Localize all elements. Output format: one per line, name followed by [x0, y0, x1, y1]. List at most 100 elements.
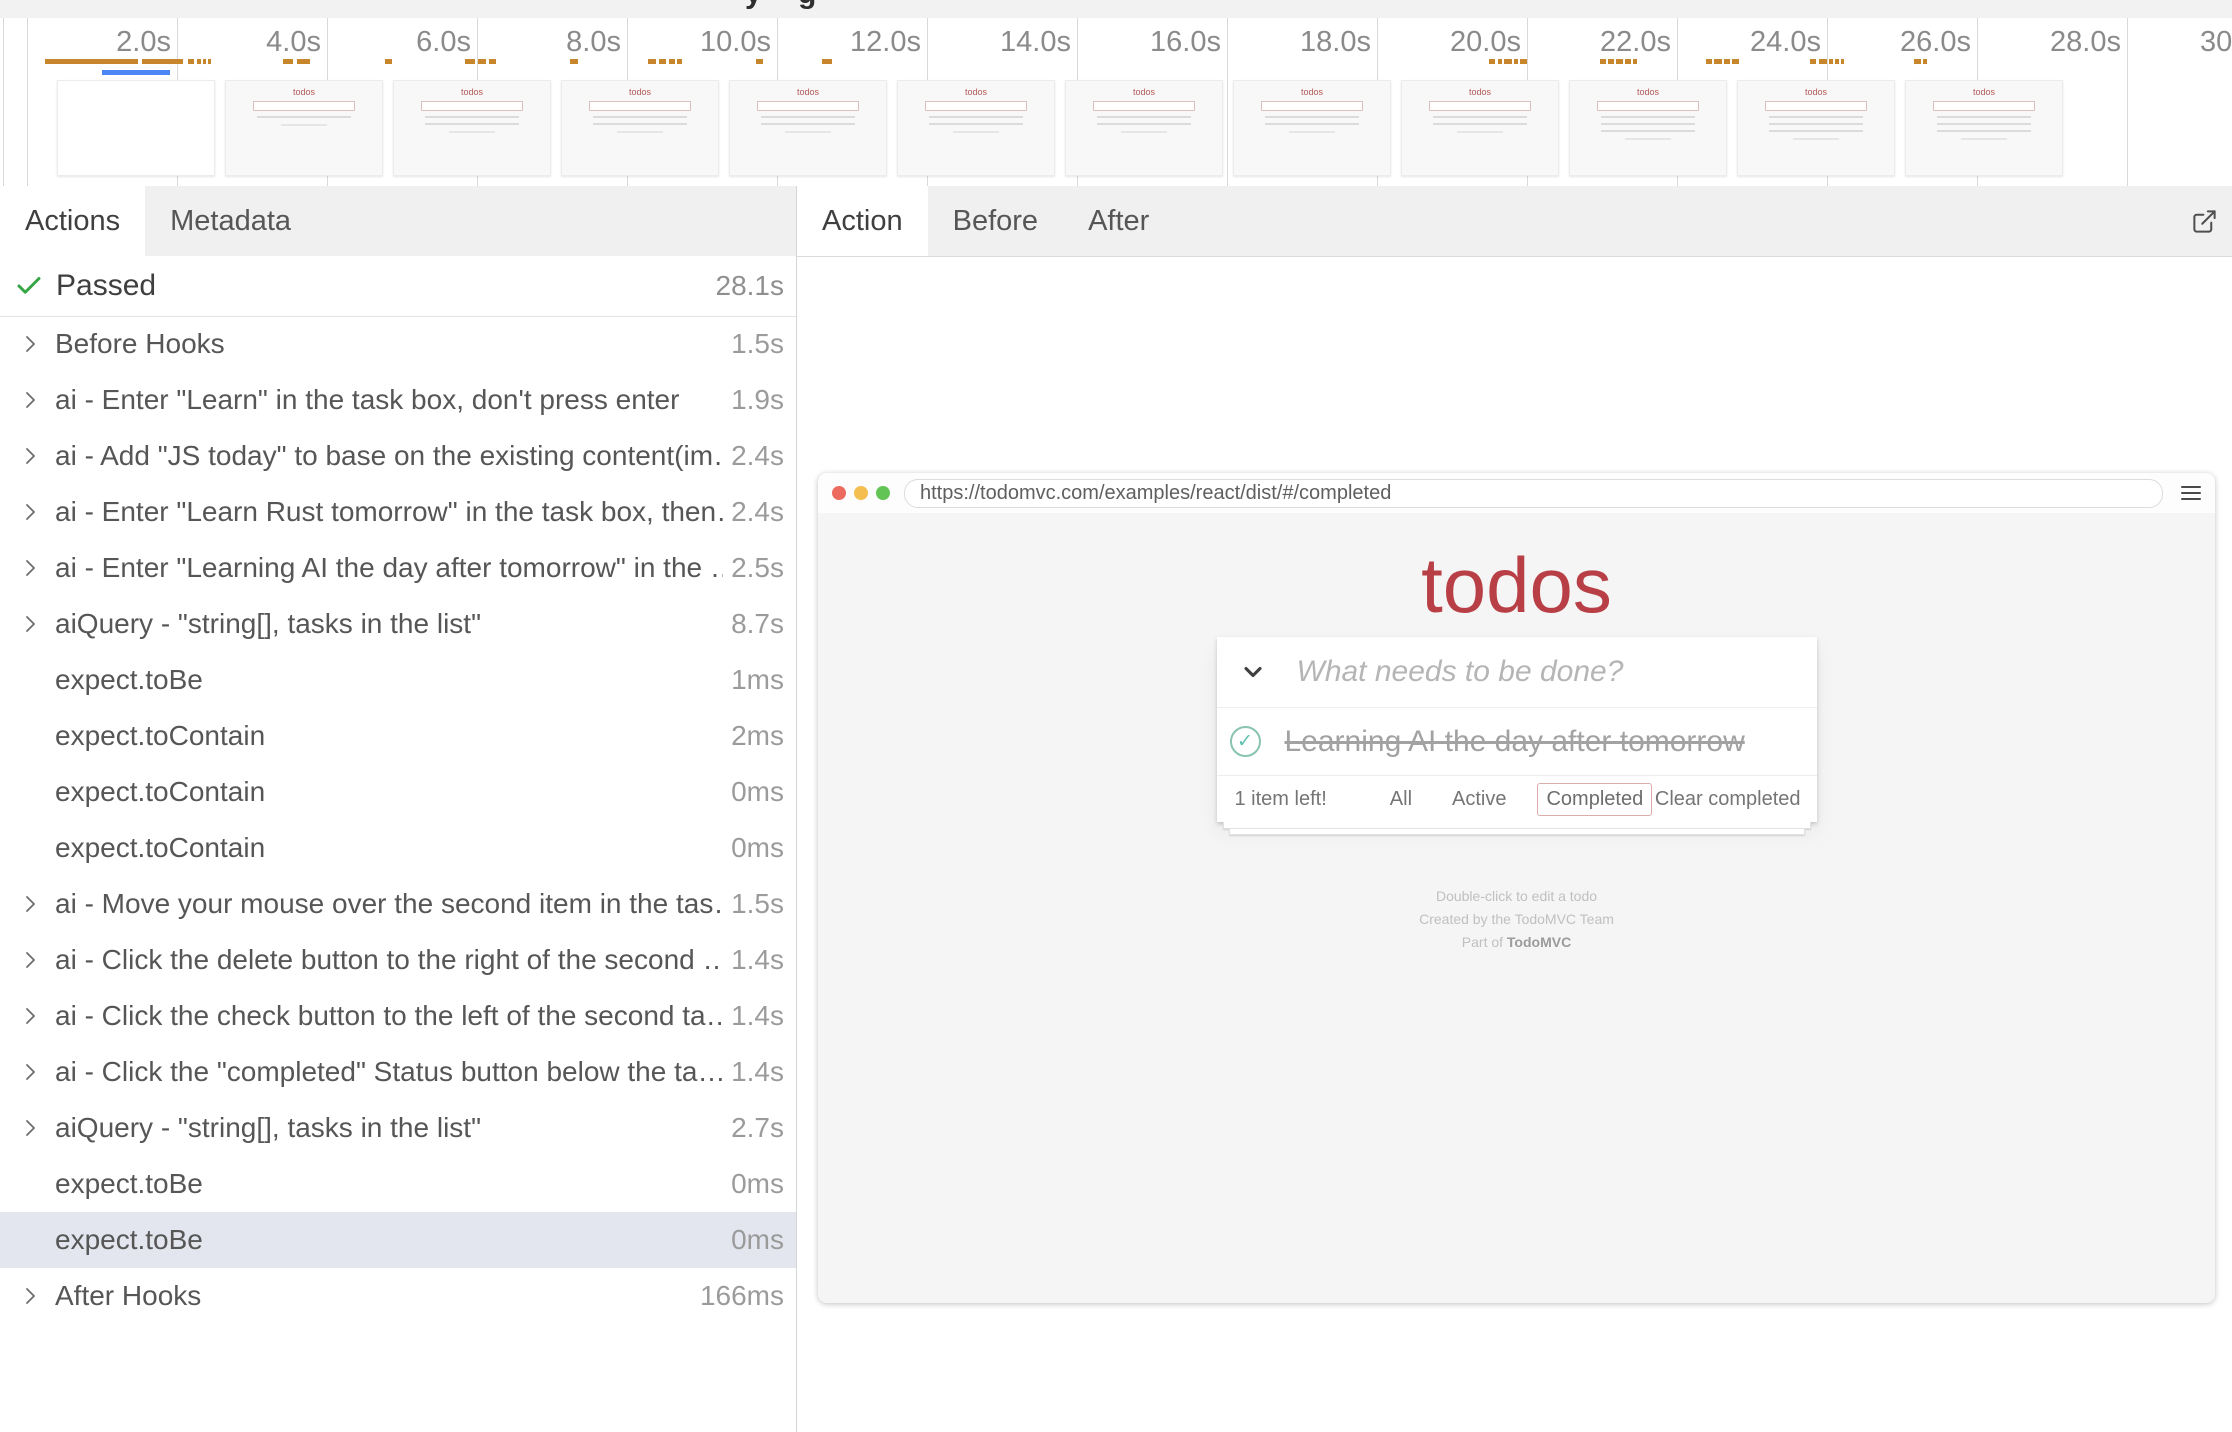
action-row-label: expect.toContain: [55, 720, 723, 752]
filter-all[interactable]: All: [1381, 783, 1421, 816]
action-time-mark: [188, 59, 194, 64]
tabbar-spacer: [1174, 186, 2177, 256]
thumbnail-app-title: todos: [629, 87, 651, 98]
action-row-duration: 0ms: [731, 1224, 784, 1256]
filmstrip-thumbnail[interactable]: todos: [1233, 80, 1391, 176]
action-row[interactable]: expect.toContain2ms: [0, 708, 796, 764]
action-time-mark: [648, 59, 656, 64]
action-row-label: ai - Click the delete button to the righ…: [55, 944, 723, 976]
action-row[interactable]: expect.toContain0ms: [0, 764, 796, 820]
action-time-mark: [1520, 59, 1527, 64]
action-row[interactable]: After Hooks166ms: [0, 1268, 796, 1324]
filmstrip-thumbnail[interactable]: todos: [225, 80, 383, 176]
todomvc-brand[interactable]: TodoMVC: [1507, 934, 1571, 950]
action-time-mark: [756, 59, 763, 64]
filter-completed[interactable]: Completed: [1537, 783, 1652, 816]
filmstrip-thumbnail[interactable]: todos: [393, 80, 551, 176]
filmstrip-thumbnail[interactable]: [57, 80, 215, 176]
action-row[interactable]: ai - Enter "Learn Rust tomorrow" in the …: [0, 484, 796, 540]
todo-completed-checkbox[interactable]: ✓: [1230, 726, 1261, 757]
action-row-duration: 0ms: [731, 1168, 784, 1200]
action-time-mark: [1732, 59, 1739, 64]
tab-action-label: Action: [822, 205, 903, 238]
todo-item-label[interactable]: Learning AI the day after tomorrow: [1285, 725, 1745, 759]
action-row[interactable]: ai - Enter "Learning AI the day after to…: [0, 540, 796, 596]
tab-before-label: Before: [953, 205, 1038, 238]
action-row-duration: 1ms: [731, 664, 784, 696]
address-bar[interactable]: https://todomvc.com/examples/react/dist/…: [904, 479, 2163, 508]
chevron-right-icon: [18, 388, 52, 412]
filmstrip-thumbnail[interactable]: todos: [561, 80, 719, 176]
thumbnail-app-title: todos: [1301, 87, 1323, 98]
timeline-tick-label: 20.0s: [1401, 26, 1521, 59]
timeline-tick-label: 16.0s: [1101, 26, 1221, 59]
filmstrip-thumbnail[interactable]: todos: [1737, 80, 1895, 176]
action-row-duration: 1.9s: [731, 384, 784, 416]
thumbnail-app-title: todos: [461, 87, 483, 98]
action-row[interactable]: expect.toContain0ms: [0, 820, 796, 876]
action-row[interactable]: Before Hooks1.5s: [0, 316, 796, 372]
filmstrip-thumbnail[interactable]: todos: [1065, 80, 1223, 176]
action-time-mark: [1835, 59, 1839, 64]
tab-metadata[interactable]: Metadata: [145, 186, 316, 256]
action-time-mark: [203, 59, 206, 64]
passed-check-icon: [14, 271, 46, 301]
card-stack-edge: [1229, 829, 1805, 835]
action-row[interactable]: ai - Add "JS today" to base on the exist…: [0, 428, 796, 484]
action-row[interactable]: ai - Click the delete button to the righ…: [0, 932, 796, 988]
action-row-label: ai - Add "JS today" to base on the exist…: [55, 440, 723, 472]
filmstrip-thumbnail[interactable]: todos: [729, 80, 887, 176]
action-row-label: expect.toBe: [55, 1224, 723, 1256]
timeline-tick-label: 26.0s: [1851, 26, 1971, 59]
timeline-tick-label: 18.0s: [1251, 26, 1371, 59]
thumbnail-app-title: todos: [1805, 87, 1827, 98]
tab-actions-label: Actions: [25, 205, 120, 238]
filmstrip-thumbnail[interactable]: todos: [897, 80, 1055, 176]
filmstrip-thumbnail[interactable]: todos: [1569, 80, 1727, 176]
action-time-mark: [1923, 59, 1927, 64]
action-row-duration: 166ms: [700, 1280, 784, 1312]
timeline-tick-label: 14.0s: [951, 26, 1071, 59]
action-row[interactable]: ai - Enter "Learn" in the task box, don'…: [0, 372, 796, 428]
action-time-mark: [1514, 59, 1518, 64]
action-time-mark: [669, 59, 675, 64]
test-status-row[interactable]: Passed 28.1s: [0, 256, 796, 317]
action-row-duration: 1.5s: [731, 328, 784, 360]
new-todo-input[interactable]: What needs to be done?: [1297, 655, 1624, 689]
action-row[interactable]: ai - Click the check button to the left …: [0, 988, 796, 1044]
filter-active[interactable]: Active: [1443, 783, 1515, 816]
action-row[interactable]: aiQuery - "string[], tasks in the list"8…: [0, 596, 796, 652]
action-time-mark: [478, 59, 486, 64]
tab-before[interactable]: Before: [928, 186, 1063, 256]
action-time-mark: [1714, 59, 1722, 64]
action-row[interactable]: expect.toBe0ms: [0, 1212, 796, 1268]
chevron-right-icon: [18, 1116, 52, 1140]
thumbnail-app-title: todos: [293, 87, 315, 98]
toggle-all-button[interactable]: [1239, 658, 1267, 686]
timeline-tick-label: 8.0s: [501, 26, 621, 59]
tab-after[interactable]: After: [1063, 186, 1174, 256]
action-row[interactable]: aiQuery - "string[], tasks in the list"2…: [0, 1100, 796, 1156]
action-time-mark: [822, 59, 832, 64]
thumbnail-app-title: todos: [797, 87, 819, 98]
tab-action[interactable]: Action: [797, 186, 928, 256]
filmstrip-thumbnail[interactable]: todos: [1401, 80, 1559, 176]
timeline-ruler[interactable]: 2.0s4.0s6.0s8.0s10.0s12.0s14.0s16.0s18.0…: [0, 18, 2232, 187]
open-snapshot-button[interactable]: [2177, 186, 2232, 256]
action-time-mark: [385, 59, 392, 64]
todomvc-app: todos What needs to be done? ✓ Learning …: [818, 513, 2215, 1303]
tab-metadata-label: Metadata: [170, 205, 291, 238]
action-row[interactable]: expect.toBe0ms: [0, 1156, 796, 1212]
tab-actions[interactable]: Actions: [0, 186, 145, 256]
action-time-mark: [659, 59, 666, 64]
action-row[interactable]: ai - Click the "completed" Status button…: [0, 1044, 796, 1100]
action-time-mark: [677, 59, 682, 64]
menu-icon[interactable]: [2181, 486, 2201, 500]
action-row[interactable]: ai - Move your mouse over the second ite…: [0, 876, 796, 932]
action-row-label: ai - Enter "Learning AI the day after to…: [55, 552, 723, 584]
traffic-lights: [832, 486, 890, 500]
filmstrip-thumbnail[interactable]: todos: [1905, 80, 2063, 176]
maximize-window-icon: [876, 486, 890, 500]
action-row[interactable]: expect.toBe1ms: [0, 652, 796, 708]
action-time-mark: [1810, 59, 1816, 64]
